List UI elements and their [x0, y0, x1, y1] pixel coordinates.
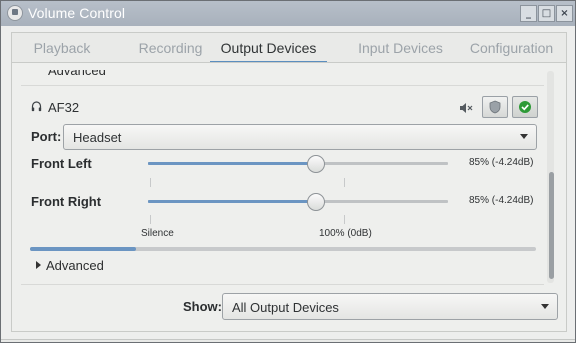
- peak-meter: [30, 247, 536, 251]
- dropdown-arrow-icon: [520, 134, 528, 139]
- tab-configuration[interactable]: Configuration: [453, 33, 570, 63]
- front-left-label: Front Left: [31, 156, 92, 171]
- window-bottom-edge: [1, 339, 575, 342]
- port-select[interactable]: Headset: [63, 124, 537, 150]
- shield-icon: [489, 100, 501, 114]
- front-left-value: 85% (-4.24dB): [469, 157, 534, 168]
- app-icon: [7, 5, 23, 21]
- minimize-button[interactable]: _: [520, 5, 537, 22]
- tab-bar: Playback Recording Output Devices Input …: [11, 32, 567, 63]
- scale-tick: [344, 178, 345, 187]
- lock-channels-toggle[interactable]: [482, 96, 508, 118]
- show-filter-select[interactable]: All Output Devices: [222, 293, 558, 320]
- expand-arrow-icon[interactable]: [36, 261, 41, 269]
- front-left-slider[interactable]: [148, 155, 448, 173]
- front-left-slider-handle[interactable]: [307, 155, 325, 173]
- show-filter-value: All Output Devices: [232, 300, 339, 315]
- port-label: Port:: [31, 129, 62, 144]
- device-name: AF32: [48, 100, 80, 115]
- dropdown-arrow-icon: [541, 304, 549, 309]
- headphones-icon: [31, 101, 42, 112]
- scrollbar-thumb[interactable]: [549, 172, 554, 279]
- title-bar[interactable]: Volume Control _ □ ×: [1, 1, 575, 26]
- peak-meter-fill: [30, 247, 136, 251]
- port-value: Headset: [73, 130, 122, 145]
- check-icon: [519, 101, 531, 113]
- front-left-slider-fill: [148, 162, 315, 165]
- show-label: Show:: [183, 299, 222, 314]
- volume-control-window: Volume Control _ □ × Playback Recording …: [0, 0, 576, 343]
- tab-input-devices[interactable]: Input Devices: [342, 33, 459, 63]
- tab-playback[interactable]: Playback: [12, 33, 112, 63]
- front-right-slider[interactable]: [148, 193, 448, 211]
- front-right-value: 85% (-4.24dB): [469, 195, 534, 206]
- close-button[interactable]: ×: [556, 5, 573, 22]
- scale-silence-label: Silence: [141, 228, 174, 239]
- front-right-slider-handle[interactable]: [307, 193, 325, 211]
- scale-tick: [344, 215, 345, 224]
- front-right-slider-fill: [148, 200, 315, 203]
- window-title: Volume Control: [28, 5, 126, 21]
- scale-tick: [150, 215, 151, 224]
- maximize-button[interactable]: □: [538, 5, 555, 22]
- bottom-divider: [21, 284, 544, 285]
- mute-speaker-icon[interactable]: [459, 102, 474, 114]
- device-divider: [21, 85, 544, 86]
- tab-output-devices[interactable]: Output Devices: [210, 33, 327, 63]
- scale-full-label: 100% (0dB): [319, 228, 372, 239]
- scale-tick: [150, 178, 151, 187]
- set-default-toggle[interactable]: [512, 96, 538, 118]
- front-right-label: Front Right: [31, 194, 102, 209]
- advanced-expander[interactable]: Advanced: [46, 258, 104, 273]
